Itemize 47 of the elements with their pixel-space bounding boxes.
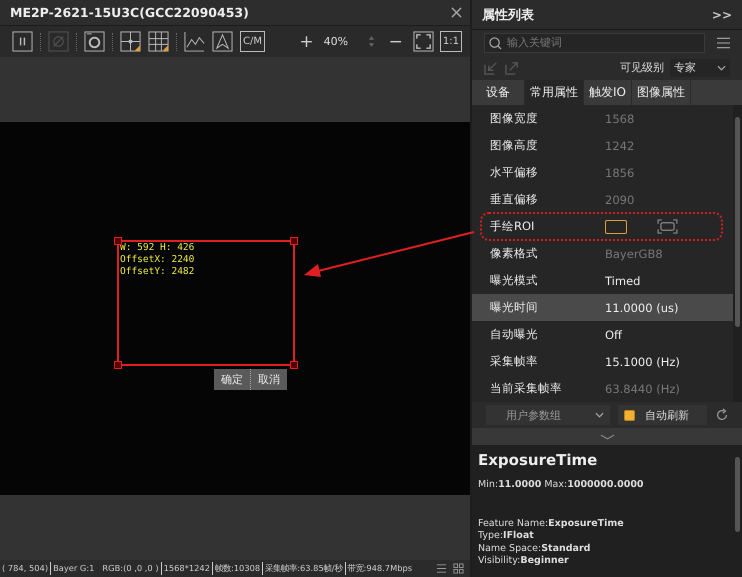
property-label: 垂直偏移: [490, 192, 539, 207]
detail-text: Visibility:Beginner: [478, 555, 570, 568]
zoom-field[interactable]: 40%: [324, 35, 362, 48]
property-label: 像素格式: [490, 246, 539, 261]
user-set-dropdown[interactable]: 用户参数组: [486, 405, 610, 425]
property-value[interactable]: 11.0000 (us): [605, 300, 678, 314]
detail-text: Type:IFloat: [478, 530, 535, 542]
search-field[interactable]: 输入关键词: [484, 32, 705, 52]
zoom-in-button[interactable]: +: [295, 32, 318, 52]
status-text: RGB:(0 ,0 ,0 ): [101, 562, 160, 575]
color-mode-button[interactable]: C/M: [240, 31, 265, 52]
roi-info-text: OffsetX: 2240: [120, 254, 196, 266]
detail-text: Name Space:Standard: [478, 542, 592, 555]
confirm-button[interactable]: 确定: [214, 369, 250, 390]
detail-text: Feature Name:ExposureTime: [478, 518, 625, 530]
property-label: 自动曝光: [490, 327, 539, 342]
property-label: 当前采集帧率: [490, 381, 563, 396]
zoom-out-button[interactable]: −: [384, 32, 407, 52]
status-text: 1568*1242: [160, 562, 212, 575]
tab[interactable]: 常用属性: [525, 80, 584, 105]
actual-size-button[interactable]: 1:1: [440, 31, 462, 52]
property-value[interactable]: Timed: [605, 274, 640, 288]
visibility-label: 可见级别: [620, 60, 664, 75]
window-title: ME2P-2621-15U3C(GCC22090453): [10, 5, 249, 20]
property-label: 采集帧率: [490, 354, 539, 369]
property-value[interactable]: 15.1000 (Hz): [605, 354, 680, 368]
property-label: 曝光时间: [490, 300, 539, 315]
property-value[interactable]: Off: [605, 328, 622, 342]
auto-refresh-label: 自动刷新: [645, 408, 689, 422]
property-label: 图像高度: [490, 138, 539, 153]
property-label: 水平偏移: [490, 165, 539, 180]
roi-info-text: OffsetY: 2482: [120, 266, 196, 278]
status-text: Bayer G:1: [50, 562, 96, 575]
visibility-dropdown[interactable]: 专家: [670, 58, 730, 76]
description-title: ExposureTime: [478, 451, 598, 469]
range-text: Min:11.0000 Max:1000000.0000: [478, 479, 645, 492]
selected-row[interactable]: 曝光时间 11.0000 (us): [472, 294, 733, 321]
status-text: 帧数:10308: [212, 562, 262, 575]
property-label: 曝光模式: [490, 273, 539, 288]
cancel-button[interactable]: 取消: [250, 369, 287, 390]
property-label: 手绘ROI: [490, 219, 536, 234]
status-text: 带宽:948.7Mbps: [344, 562, 414, 575]
property-label: 图像宽度: [490, 111, 539, 126]
collapse-button[interactable]: >>: [712, 8, 732, 22]
status-text: ( 784, 504): [1, 562, 50, 575]
panel-title: 属性列表: [482, 6, 534, 24]
status-text: 采集帧率:63.85帧/秒: [262, 562, 345, 575]
